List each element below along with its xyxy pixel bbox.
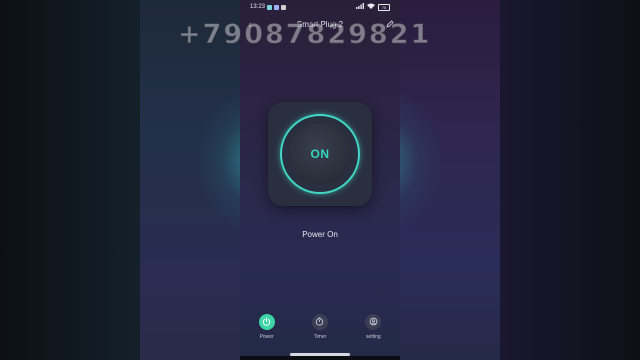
- nav-timer-button[interactable]: [311, 313, 328, 331]
- app-notification-icon: [274, 4, 280, 10]
- timer-icon: [315, 313, 324, 331]
- bottom-nav: Power Timer setting: [240, 314, 400, 352]
- nav-label-setting: setting: [365, 334, 381, 340]
- watermark-phone-number: +79087829821: [177, 19, 432, 51]
- nav-item-setting[interactable]: setting: [353, 314, 393, 340]
- background-right: [500, 0, 640, 360]
- nav-item-timer[interactable]: Timer: [300, 314, 340, 340]
- power-icon: [262, 313, 271, 331]
- wifi-icon: [367, 3, 375, 11]
- status-right: 75: [356, 3, 390, 11]
- signal-icon: [356, 3, 364, 11]
- nav-item-power[interactable]: Power: [247, 314, 287, 340]
- status-time: 13:23: [250, 4, 266, 10]
- nav-label-power: Power: [259, 334, 274, 340]
- power-toggle-card[interactable]: ON: [268, 102, 372, 206]
- notification-icon: [267, 4, 273, 10]
- nav-label-timer: Timer: [313, 334, 327, 340]
- setting-icon: [369, 313, 378, 331]
- status-bar: 13:23 75: [240, 0, 400, 14]
- battery-icon: 75: [378, 3, 390, 11]
- power-state-label: ON: [310, 147, 330, 161]
- power-toggle-button[interactable]: ON: [289, 123, 351, 185]
- power-status-text: Power On: [302, 230, 338, 239]
- nav-setting-button[interactable]: [365, 313, 382, 331]
- bottom-strip: [240, 356, 400, 360]
- power-ring: ON: [280, 114, 360, 194]
- nav-power-button[interactable]: [258, 313, 275, 331]
- status-left: 13:23: [250, 4, 287, 10]
- message-icon: [281, 4, 287, 10]
- background-left: [0, 0, 140, 360]
